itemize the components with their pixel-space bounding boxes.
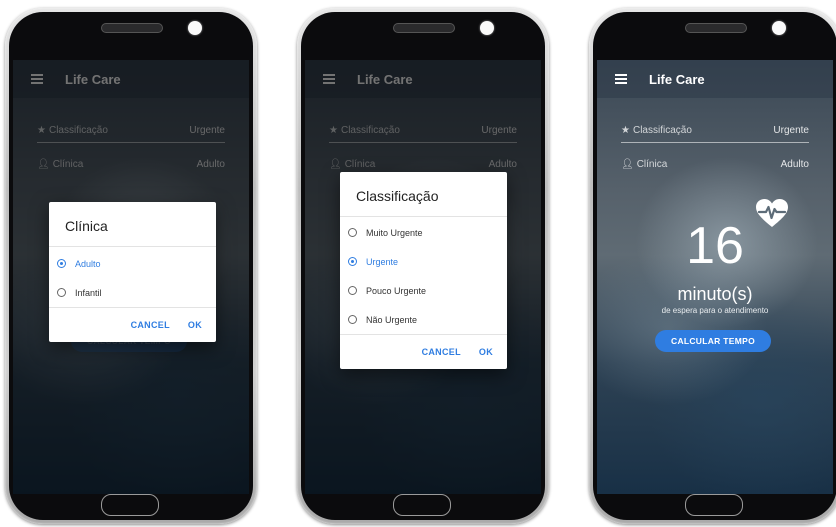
camera (188, 21, 202, 35)
menu-icon[interactable] (31, 74, 43, 84)
radio-unchecked[interactable] (348, 286, 357, 295)
ok-button[interactable]: OK (188, 320, 202, 330)
menu-icon[interactable] (323, 74, 335, 84)
person-icon: 👤︎ (37, 158, 50, 170)
home-button[interactable] (393, 494, 451, 516)
person-icon: 👤︎ (621, 158, 634, 170)
radio-unchecked[interactable] (348, 315, 357, 324)
clinica-field[interactable]: 👤︎ Clínica Adulto (37, 152, 225, 176)
classificacao-field[interactable]: ★ Classificação Urgente (329, 118, 517, 143)
option-nao-urgente[interactable]: Não Urgente (340, 305, 507, 334)
app-title: Life Care (649, 71, 705, 87)
home-button[interactable] (685, 494, 743, 516)
calcular-tempo-button[interactable]: CALCULAR TEMPO (655, 330, 771, 352)
radio-unchecked[interactable] (57, 288, 66, 297)
app-bar: Life Care (13, 60, 249, 98)
clinica-dialog: Clínica Adulto Infantil CANCEL OK (49, 202, 216, 342)
wait-caption: de espera para o atendimento (661, 306, 769, 315)
wait-minutes-value: 16 (686, 217, 744, 275)
camera (480, 21, 494, 35)
option-adulto[interactable]: Adulto (49, 249, 216, 278)
option-urgente[interactable]: Urgente (340, 247, 507, 276)
option-infantil[interactable]: Infantil (49, 278, 216, 307)
camera (772, 21, 786, 35)
ok-button[interactable]: OK (479, 347, 493, 357)
dialog-title: Classificação (356, 188, 439, 204)
radio-unchecked[interactable] (348, 228, 357, 237)
star-icon: ★ (621, 124, 630, 136)
radio-checked[interactable] (57, 259, 66, 268)
app-title: Life Care (65, 71, 121, 87)
classificacao-dialog: Classificação Muito Urgente Urgente Pouc… (340, 172, 507, 369)
speaker (101, 23, 163, 33)
app-title: Life Care (357, 71, 413, 87)
phone-3: Life Care ★ Classificação Urgente 👤︎ Clíni… (589, 8, 836, 524)
app-bar: Life Care (597, 60, 833, 98)
phone-2: Life Care ★ Classificação Urgente 👤︎ Clíni… (297, 8, 549, 524)
screen-result: Life Care ★ Classificação Urgente 👤︎ Clíni… (597, 60, 833, 494)
wait-unit: minuto(s) (677, 284, 753, 304)
radio-checked[interactable] (348, 257, 357, 266)
cancel-button[interactable]: CANCEL (131, 320, 170, 330)
cancel-button[interactable]: CANCEL (422, 347, 461, 357)
menu-icon[interactable] (615, 74, 627, 84)
star-icon: ★ (329, 124, 338, 136)
dialog-title: Clínica (65, 218, 108, 234)
option-pouco-urgente[interactable]: Pouco Urgente (340, 276, 507, 305)
phone-1: Life Care ★ Classificação Urgente 👤︎ Clíni… (5, 8, 257, 524)
classificacao-field[interactable]: ★ Classificação Urgente (621, 118, 809, 143)
star-icon: ★ (37, 124, 46, 136)
app-bar: Life Care (305, 60, 541, 98)
person-icon: 👤︎ (329, 158, 342, 170)
option-muito-urgente[interactable]: Muito Urgente (340, 218, 507, 247)
classificacao-field[interactable]: ★ Classificação Urgente (37, 118, 225, 143)
clinica-field[interactable]: 👤︎ Clínica Adulto (621, 152, 809, 176)
home-button[interactable] (101, 494, 159, 516)
speaker (685, 23, 747, 33)
speaker (393, 23, 455, 33)
